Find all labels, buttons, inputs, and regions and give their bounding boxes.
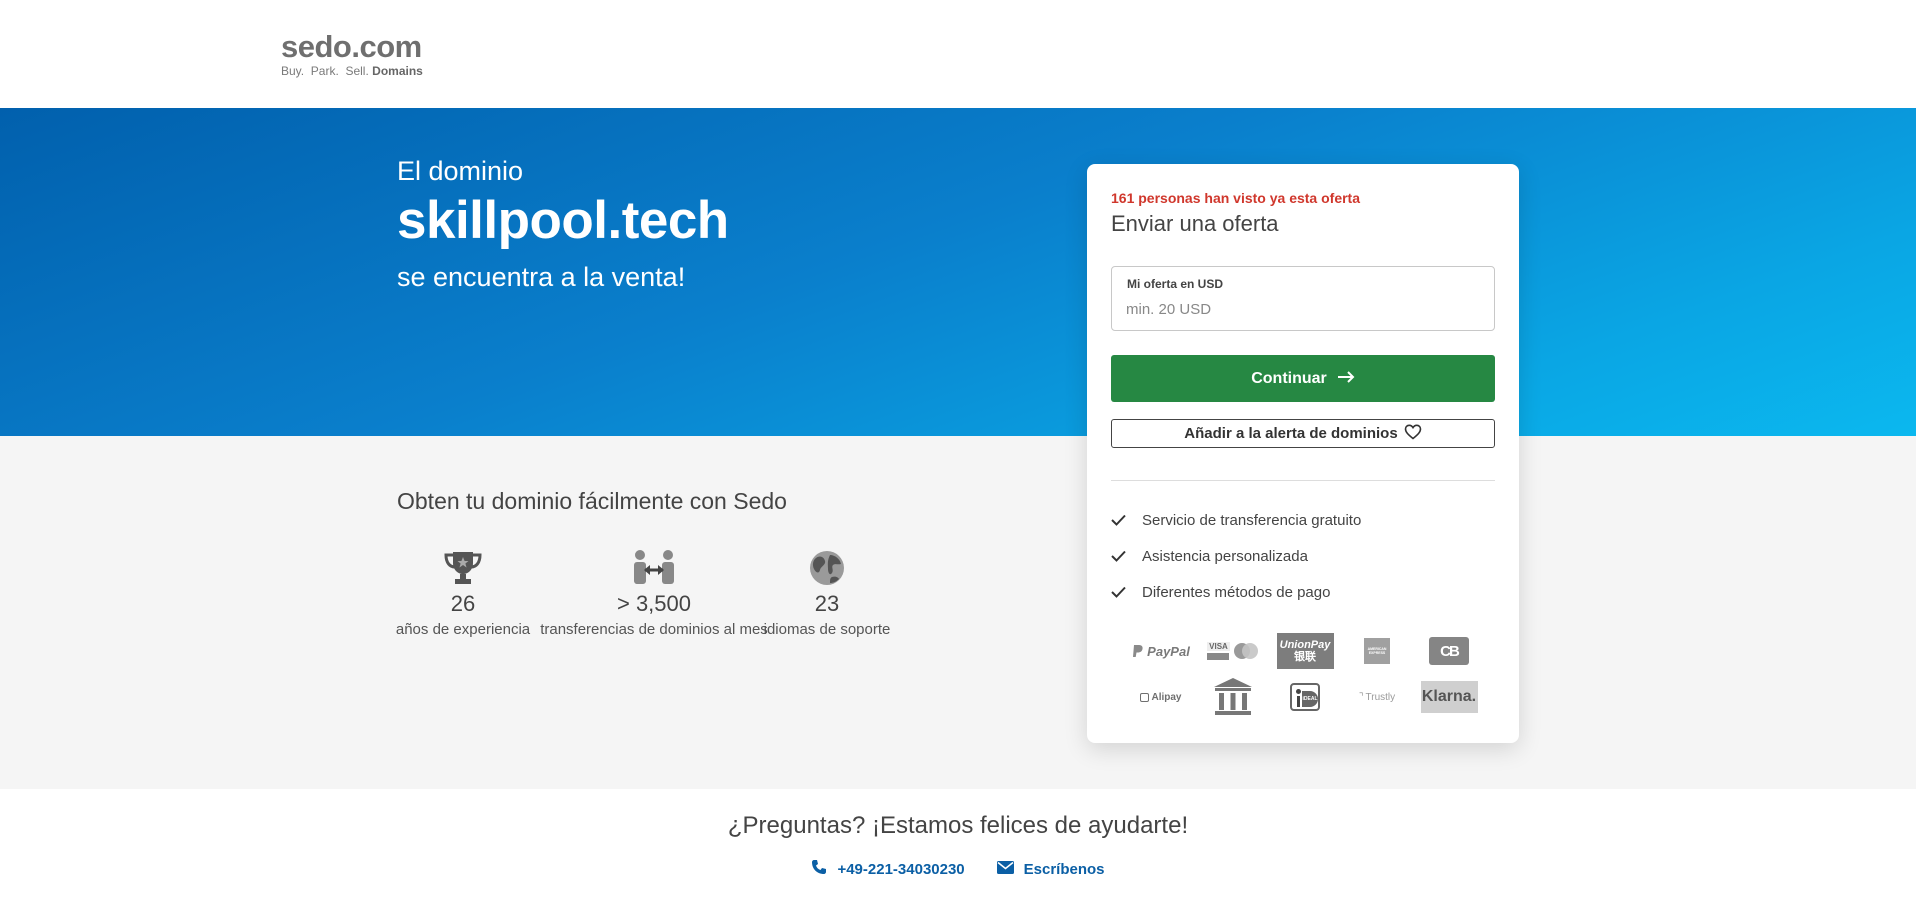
bank-transfer-icon: [1197, 678, 1269, 716]
amex-logo: AMERICAN EXPRESS: [1341, 632, 1413, 670]
arrow-right-icon: [1337, 370, 1355, 388]
stats-row: 26 años de experiencia > 3,500 transfere…: [395, 548, 891, 638]
feature-text: Servicio de transferencia gratuito: [1142, 511, 1362, 529]
logo-wordmark: sedo.com: [281, 29, 422, 64]
help-section: ¿Preguntas? ¡Estamos felices de ayudarte…: [0, 789, 1916, 909]
feature-item: Diferentes métodos de pago: [1111, 574, 1361, 610]
stat-transfers: > 3,500 transferencias de dominios al me…: [540, 548, 768, 638]
stat-label: años de experiencia: [395, 621, 531, 638]
benefits-title: Obten tu dominio fácilmente con Sedo: [397, 488, 787, 514]
stat-label: idiomas de soporte: [763, 621, 891, 638]
transfer-icon: [632, 548, 676, 588]
add-domain-alert-label: Añadir a la alerta de dominios: [1184, 425, 1398, 442]
trophy-icon: [441, 548, 485, 588]
cb-logo: CB: [1413, 632, 1485, 670]
feature-text: Asistencia personalizada: [1142, 547, 1308, 565]
help-links: +49-221-34030230 Escríbenos: [0, 859, 1916, 879]
logo-tagline-bold: Domains: [372, 64, 423, 78]
offer-card: 161 personas han visto ya esta oferta En…: [1087, 164, 1519, 743]
stat-experience: 26 años de experiencia: [395, 548, 531, 638]
views-notice: 161 personas han visto ya esta oferta: [1111, 190, 1360, 206]
checkmark-icon: [1111, 514, 1142, 526]
hero-subtitle: se encuentra a la venta!: [397, 262, 686, 292]
trustly-logo: ⌝ Trustly: [1358, 691, 1396, 703]
email-link[interactable]: Escríbenos: [996, 859, 1105, 879]
offer-amount-field[interactable]: Mi oferta en USD: [1111, 266, 1495, 331]
benefits-section: Obten tu dominio fácilmente con Sedo 26 …: [0, 436, 1916, 789]
checkmark-icon: [1111, 550, 1142, 562]
offer-amount-label: Mi oferta en USD: [1127, 277, 1224, 291]
feature-item: Servicio de transferencia gratuito: [1111, 502, 1361, 538]
logo-tagline-prefix: Buy. Park. Sell.: [281, 64, 369, 78]
visa-mastercard-logo: VISA: [1197, 632, 1269, 670]
klarna-logo: Klarna.: [1413, 678, 1485, 716]
feature-item: Asistencia personalizada: [1111, 538, 1361, 574]
stat-languages: 23 idiomas de soporte: [763, 548, 891, 638]
help-title: ¿Preguntas? ¡Estamos felices de ayudarte…: [727, 812, 1189, 839]
stat-value: 23: [814, 591, 840, 616]
continue-button-label: Continuar: [1251, 369, 1327, 387]
offer-card-title: Enviar una oferta: [1111, 211, 1279, 236]
card-divider: [1111, 480, 1495, 481]
phone-link[interactable]: +49-221-34030230: [811, 859, 965, 879]
sedo-logo[interactable]: sedo.com Buy. Park. Sell. Domains: [281, 29, 423, 79]
continue-button[interactable]: Continuar: [1111, 355, 1495, 402]
email-label: Escríbenos: [1023, 860, 1105, 878]
logo-tagline: Buy. Park. Sell. Domains: [281, 64, 423, 78]
hero-banner: El dominio skillpool.tech se encuentra a…: [0, 108, 1916, 436]
alipay-logo: Alipay: [1125, 678, 1197, 716]
unionpay-logo: UnionPay 银联: [1269, 632, 1341, 670]
heart-icon: [1404, 423, 1422, 444]
checkmark-icon: [1111, 586, 1142, 598]
payment-methods: PayPal VISA UnionPay 银联 AMERICAN EXPRESS: [1125, 632, 1485, 716]
globe-icon: [805, 548, 849, 588]
phone-icon: [811, 859, 827, 879]
stat-value: > 3,500: [616, 591, 691, 616]
hero-pretitle: El dominio: [397, 156, 524, 186]
site-header: sedo.com Buy. Park. Sell. Domains: [0, 0, 1916, 108]
paypal-logo: PayPal: [1125, 632, 1197, 670]
envelope-icon: [996, 860, 1014, 878]
ideal-logo: iDEAL: [1269, 678, 1341, 716]
domain-name-title: skillpool.tech: [397, 191, 729, 250]
feature-text: Diferentes métodos de pago: [1142, 583, 1331, 601]
phone-number: +49-221-34030230: [837, 860, 965, 878]
stat-label: transferencias de dominios al mes: [540, 621, 768, 638]
add-domain-alert-button[interactable]: Añadir a la alerta de dominios: [1111, 419, 1495, 448]
offer-amount-input[interactable]: [1126, 297, 1476, 321]
features-list: Servicio de transferencia gratuito Asist…: [1111, 502, 1361, 610]
stat-value: 26: [450, 591, 476, 616]
